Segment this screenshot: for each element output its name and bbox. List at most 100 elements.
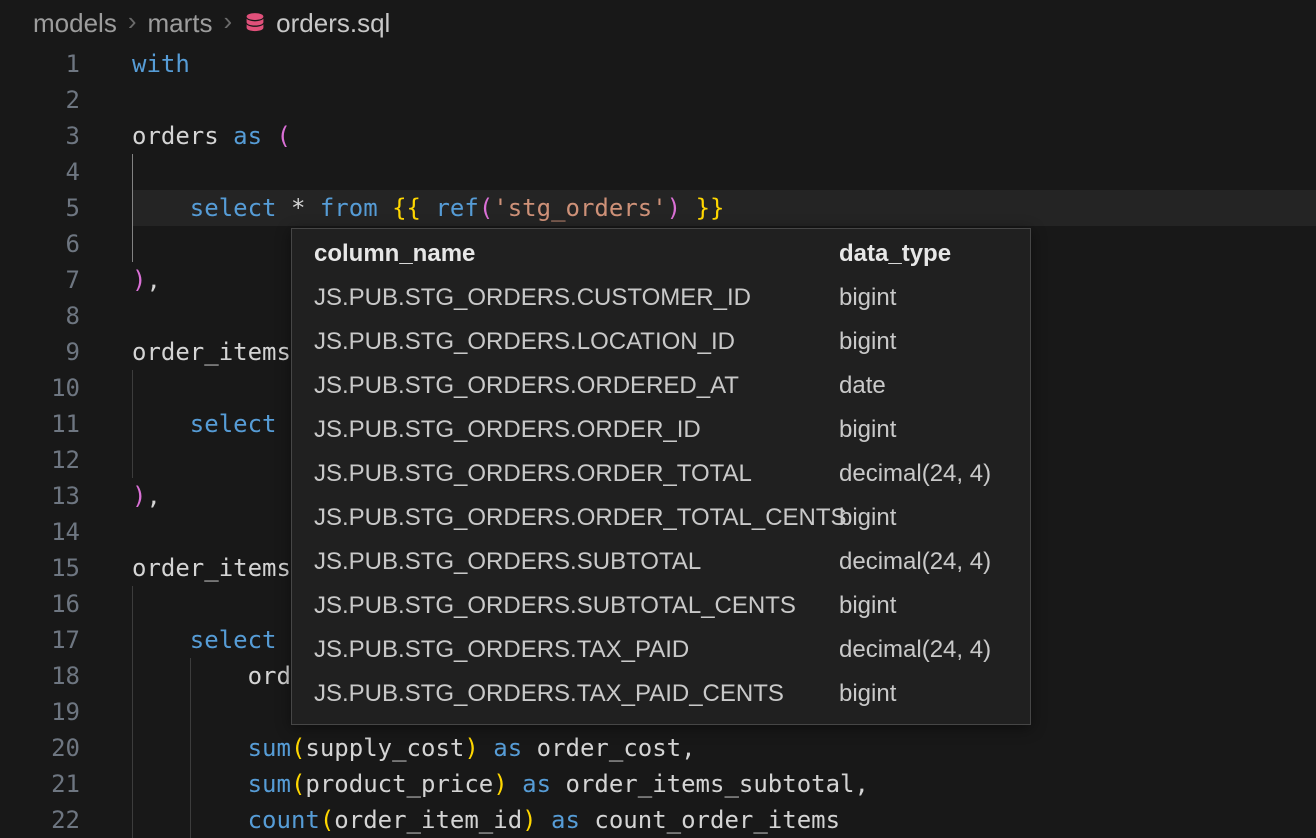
code-content[interactable]: with — [132, 46, 1316, 82]
chevron-right-icon: › — [128, 6, 137, 37]
column-metadata-table: column_name data_type JS.PUB.STG_ORDERS.… — [314, 232, 1008, 716]
code-token: ( — [479, 194, 493, 222]
popup-table-body: JS.PUB.STG_ORDERS.CUSTOMER_IDbigintJS.PU… — [314, 276, 1008, 716]
code-token: order_items_subtotal, — [551, 770, 869, 798]
code-token — [277, 194, 291, 222]
line-number: 5 — [0, 190, 80, 226]
indent-guide-line — [132, 370, 133, 406]
code-token: count — [248, 806, 320, 834]
line-number: 7 — [0, 262, 80, 298]
code-line: 2 — [0, 82, 1316, 118]
table-row: JS.PUB.STG_ORDERS.ORDER_IDbigint — [314, 408, 1008, 452]
table-row: JS.PUB.STG_ORDERS.SUBTOTALdecimal(24, 4) — [314, 540, 1008, 584]
code-token: ) — [132, 482, 146, 510]
code-token: from — [320, 194, 378, 222]
line-number: 15 — [0, 550, 80, 586]
line-number: 10 — [0, 370, 80, 406]
line-number: 20 — [0, 730, 80, 766]
code-line: 5 select * from {{ ref('stg_orders') }} — [0, 190, 1316, 226]
data-type-cell: bigint — [839, 496, 1008, 540]
code-token: ) — [464, 734, 478, 762]
line-number: 21 — [0, 766, 80, 802]
code-content[interactable]: sum(product_price) as order_items_subtot… — [132, 766, 1316, 802]
column-name-cell: JS.PUB.STG_ORDERS.LOCATION_ID — [314, 320, 839, 364]
code-content[interactable]: count(order_item_id) as count_order_item… — [132, 802, 1316, 838]
indent-guide-line — [190, 694, 191, 730]
column-name-cell: JS.PUB.STG_ORDERS.SUBTOTAL_CENTS — [314, 584, 839, 628]
line-number: 18 — [0, 658, 80, 694]
indent-guide-line — [132, 406, 133, 442]
column-name-cell: JS.PUB.STG_ORDERS.ORDER_ID — [314, 408, 839, 452]
table-row: JS.PUB.STG_ORDERS.ORDER_TOTALdecimal(24,… — [314, 452, 1008, 496]
code-token: ( — [277, 122, 291, 150]
code-token: ord — [132, 662, 291, 690]
code-token — [262, 122, 276, 150]
code-line: 3orders as ( — [0, 118, 1316, 154]
column-name-header: column_name — [314, 232, 839, 276]
code-token: count_order_items — [580, 806, 840, 834]
code-token: orders — [132, 122, 233, 150]
code-token — [132, 410, 190, 438]
code-content[interactable]: orders as ( — [132, 118, 1316, 154]
code-content[interactable] — [132, 82, 1316, 118]
code-content[interactable]: select * from {{ ref('stg_orders') }} — [132, 190, 1316, 226]
breadcrumb-item-file[interactable]: orders.sql — [243, 8, 390, 39]
line-number: 22 — [0, 802, 80, 838]
column-name-cell: JS.PUB.STG_ORDERS.ORDERED_AT — [314, 364, 839, 408]
indent-guide-line — [132, 766, 133, 802]
line-number: 6 — [0, 226, 80, 262]
code-token: sum — [248, 770, 291, 798]
indent-guide-line — [190, 766, 191, 802]
line-number: 19 — [0, 694, 80, 730]
database-icon — [243, 11, 267, 35]
breadcrumb: models › marts › orders.sql — [0, 0, 1316, 46]
code-token: ( — [320, 806, 334, 834]
indent-guide-line — [132, 658, 133, 694]
line-number: 17 — [0, 622, 80, 658]
code-token: ) — [132, 266, 146, 294]
table-row: JS.PUB.STG_ORDERS.TAX_PAIDdecimal(24, 4) — [314, 628, 1008, 672]
line-number: 9 — [0, 334, 80, 370]
code-token: {{ — [392, 194, 421, 222]
code-line: 22 count(order_item_id) as count_order_i… — [0, 802, 1316, 838]
indent-guide-line — [132, 586, 133, 622]
column-name-cell: JS.PUB.STG_ORDERS.SUBTOTAL — [314, 540, 839, 584]
code-token — [479, 734, 493, 762]
data-type-cell: decimal(24, 4) — [839, 452, 1008, 496]
indent-guide-line — [190, 658, 191, 694]
data-type-cell: bigint — [839, 320, 1008, 364]
data-type-cell: bigint — [839, 276, 1008, 320]
line-number: 1 — [0, 46, 80, 82]
indent-guide-line — [132, 694, 133, 730]
code-content[interactable] — [132, 154, 1316, 190]
hover-popup: column_name data_type JS.PUB.STG_ORDERS.… — [291, 228, 1031, 725]
breadcrumb-item-models[interactable]: models — [33, 8, 117, 39]
code-token: sum — [248, 734, 291, 762]
table-row: JS.PUB.STG_ORDERS.ORDERED_ATdate — [314, 364, 1008, 408]
line-number: 11 — [0, 406, 80, 442]
indent-guide-line — [132, 442, 133, 478]
indent-guide-line — [190, 730, 191, 766]
code-token: with — [132, 50, 190, 78]
code-token — [378, 194, 392, 222]
code-line: 4 — [0, 154, 1316, 190]
code-token: ) — [522, 806, 536, 834]
data-type-cell: date — [839, 364, 1008, 408]
code-token: as — [233, 122, 262, 150]
code-token: ( — [291, 734, 305, 762]
code-token: order_cost, — [522, 734, 695, 762]
code-token: order_items — [132, 554, 291, 582]
code-line: 1 with — [0, 46, 1316, 82]
code-content[interactable]: sum(supply_cost) as order_cost, — [132, 730, 1316, 766]
code-token: , — [146, 266, 160, 294]
line-number: 4 — [0, 154, 80, 190]
breadcrumb-item-marts[interactable]: marts — [148, 8, 213, 39]
code-token: select — [190, 626, 277, 654]
data-type-cell: decimal(24, 4) — [839, 628, 1008, 672]
table-row: JS.PUB.STG_ORDERS.CUSTOMER_IDbigint — [314, 276, 1008, 320]
data-type-cell: bigint — [839, 584, 1008, 628]
indent-guide-line — [190, 802, 191, 838]
data-type-cell: bigint — [839, 672, 1008, 716]
line-number: 16 — [0, 586, 80, 622]
table-row: JS.PUB.STG_ORDERS.LOCATION_IDbigint — [314, 320, 1008, 364]
